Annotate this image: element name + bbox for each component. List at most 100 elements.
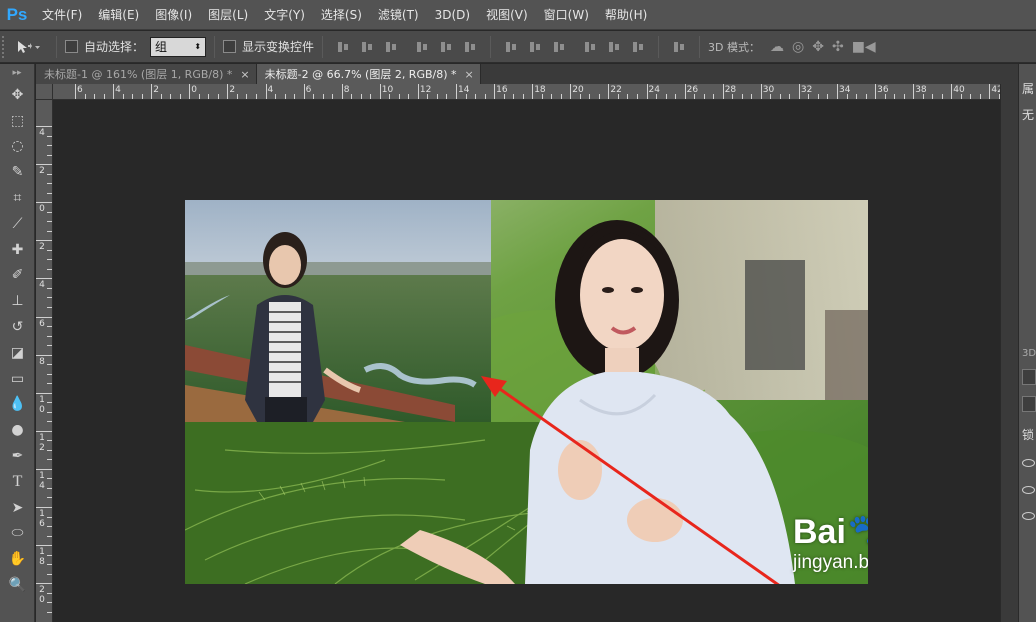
auto-align-icon[interactable] bbox=[672, 40, 686, 54]
3d-roll-icon[interactable]: ◎ bbox=[792, 39, 804, 55]
eyedropper-tool-icon[interactable]: ⟋ bbox=[0, 211, 35, 237]
history-brush-tool-icon[interactable]: ↺ bbox=[0, 314, 35, 340]
shape-tool-icon[interactable]: ⬭ bbox=[0, 521, 35, 547]
ruler-minor-tick bbox=[284, 94, 286, 99]
watermark-url: jingyan.baidu.com bbox=[793, 552, 868, 573]
close-icon[interactable]: × bbox=[240, 68, 249, 81]
3d-slide-icon[interactable]: ✣ bbox=[832, 39, 844, 55]
ruler-minor-tick bbox=[217, 94, 219, 99]
distribute-top-icon[interactable] bbox=[504, 40, 518, 54]
menu-file[interactable]: 文件(F) bbox=[34, 0, 90, 30]
path-select-tool-icon[interactable]: ➤ bbox=[0, 495, 35, 521]
auto-select-checkbox[interactable] bbox=[65, 40, 78, 53]
ruler-minor-tick bbox=[47, 602, 52, 604]
menu-filter[interactable]: 滤镜(T) bbox=[370, 0, 427, 30]
ruler-minor-tick bbox=[47, 306, 52, 308]
ruler-origin[interactable] bbox=[36, 84, 53, 100]
lasso-tool-icon[interactable]: ◌ bbox=[0, 134, 35, 160]
align-right-icon[interactable] bbox=[463, 40, 477, 54]
tab-label: 未标题-1 @ 161% (图层 1, RGB/8) * bbox=[44, 68, 233, 81]
crop-tool-icon[interactable]: ⌗ bbox=[0, 185, 35, 211]
ruler-major-tick bbox=[36, 354, 52, 356]
align-top-icon[interactable] bbox=[336, 40, 350, 54]
canvas-area[interactable]: Bai 🐾 经验 jingyan.baidu.com bbox=[53, 100, 1000, 622]
ruler-label: 32 bbox=[800, 85, 813, 95]
visibility-eye-icon[interactable] bbox=[1022, 512, 1035, 520]
3d-panel-tab[interactable]: 3D bbox=[1022, 348, 1036, 359]
type-tool-icon[interactable]: T bbox=[0, 469, 35, 495]
ruler-minor-tick bbox=[513, 94, 515, 99]
auto-select-dropdown[interactable]: 组 ⬍ bbox=[150, 36, 207, 57]
menu-type[interactable]: 文字(Y) bbox=[256, 0, 313, 30]
ruler-minor-tick bbox=[47, 154, 52, 156]
visibility-eye-icon[interactable] bbox=[1022, 486, 1035, 494]
ruler-minor-tick bbox=[47, 145, 52, 147]
ruler-label: 18 bbox=[534, 85, 546, 95]
eraser-tool-icon[interactable]: ◪ bbox=[0, 340, 35, 366]
close-icon[interactable]: × bbox=[465, 68, 474, 81]
ruler-minor-tick bbox=[47, 326, 52, 328]
ruler-minor-tick bbox=[694, 94, 696, 99]
align-bottom-icon[interactable] bbox=[384, 40, 398, 54]
move-tool-icon[interactable]: ✥ bbox=[0, 82, 35, 108]
move-tool-preset-icon[interactable] bbox=[8, 40, 48, 54]
distribute-hcenter-icon[interactable] bbox=[607, 40, 621, 54]
menu-layer[interactable]: 图层(L) bbox=[200, 0, 256, 30]
align-hcenter-icon[interactable] bbox=[439, 40, 453, 54]
pen-tool-icon[interactable]: ✒ bbox=[0, 443, 35, 469]
menu-3d[interactable]: 3D(D) bbox=[427, 0, 478, 30]
ruler-minor-tick bbox=[47, 573, 52, 575]
menu-image[interactable]: 图像(I) bbox=[147, 0, 200, 30]
layer-filter-button[interactable] bbox=[1022, 369, 1036, 385]
menu-help[interactable]: 帮助(H) bbox=[597, 0, 655, 30]
zoom-tool-icon[interactable]: 🔍 bbox=[0, 572, 35, 598]
gradient-tool-icon[interactable]: ▭ bbox=[0, 366, 35, 392]
ruler-minor-tick bbox=[255, 94, 257, 99]
ruler-label: 20 bbox=[572, 85, 584, 95]
distribute-vcenter-icon[interactable] bbox=[528, 40, 542, 54]
blur-tool-icon[interactable]: 💧 bbox=[0, 392, 35, 418]
divider bbox=[322, 35, 324, 58]
ruler-minor-tick bbox=[598, 94, 600, 99]
tab-document-1[interactable]: 未标题-1 @ 161% (图层 1, RGB/8) * × bbox=[36, 64, 257, 84]
toolbar-collapse-icon[interactable]: ▸▸ bbox=[0, 64, 34, 82]
tab-document-2[interactable]: 未标题-2 @ 66.7% (图层 2, RGB/8) * × bbox=[256, 64, 481, 84]
ruler-label: 2 bbox=[39, 242, 45, 253]
ruler-major-tick bbox=[989, 84, 991, 99]
3d-drag-icon[interactable]: ✥ bbox=[812, 39, 824, 55]
layer-kind-button[interactable] bbox=[1022, 396, 1036, 412]
align-vcenter-icon[interactable] bbox=[360, 40, 374, 54]
properties-panel-label[interactable]: 属 bbox=[1022, 80, 1034, 97]
ruler-label: 2 bbox=[39, 166, 45, 177]
show-transform-label: 显示变换控件 bbox=[242, 40, 315, 54]
menu-select[interactable]: 选择(S) bbox=[313, 0, 370, 30]
distribute-bottom-icon[interactable] bbox=[552, 40, 566, 54]
ruler-minor-tick bbox=[351, 94, 353, 99]
hand-tool-icon[interactable]: ✋ bbox=[0, 546, 35, 572]
dodge-tool-icon[interactable]: ● bbox=[0, 417, 35, 443]
marquee-tool-icon[interactable]: ⬚ bbox=[0, 108, 35, 134]
ruler-label: 4 bbox=[115, 85, 121, 95]
3d-scale-icon[interactable]: ■◀ bbox=[852, 39, 876, 55]
visibility-eye-icon[interactable] bbox=[1022, 459, 1035, 467]
menu-window[interactable]: 窗口(W) bbox=[536, 0, 597, 30]
ruler-minor-tick bbox=[84, 94, 86, 99]
ruler-label: 12 bbox=[419, 85, 432, 95]
show-transform-checkbox[interactable] bbox=[223, 40, 237, 53]
vertical-scrollbar[interactable] bbox=[1000, 84, 1018, 622]
distribute-right-icon[interactable] bbox=[631, 40, 645, 54]
horizontal-ruler[interactable]: 6 4 2 0 2 4 6 8 10 12 14 16 18 20 22 24 26 28 30 32 34 36 38 40… bbox=[53, 84, 1000, 100]
healing-brush-tool-icon[interactable]: ✚ bbox=[0, 237, 35, 263]
menu-view[interactable]: 视图(V) bbox=[478, 0, 536, 30]
ruler-label: 20 bbox=[39, 585, 45, 606]
brush-tool-icon[interactable]: ✐ bbox=[0, 263, 35, 289]
baidu-jingyan-watermark: Bai 🐾 经验 jingyan.baidu.com bbox=[793, 510, 868, 574]
align-left-icon[interactable] bbox=[415, 40, 429, 54]
quick-select-tool-icon[interactable]: ✎ bbox=[0, 159, 35, 185]
3d-rotate-icon[interactable]: ☁ bbox=[770, 39, 784, 55]
vertical-ruler[interactable]: 4202468101214161820 bbox=[36, 100, 53, 622]
distribute-left-icon[interactable] bbox=[583, 40, 597, 54]
clone-stamp-tool-icon[interactable]: ⊥ bbox=[0, 288, 35, 314]
menu-edit[interactable]: 编辑(E) bbox=[90, 0, 147, 30]
document-canvas[interactable]: Bai 🐾 经验 jingyan.baidu.com bbox=[185, 200, 868, 584]
